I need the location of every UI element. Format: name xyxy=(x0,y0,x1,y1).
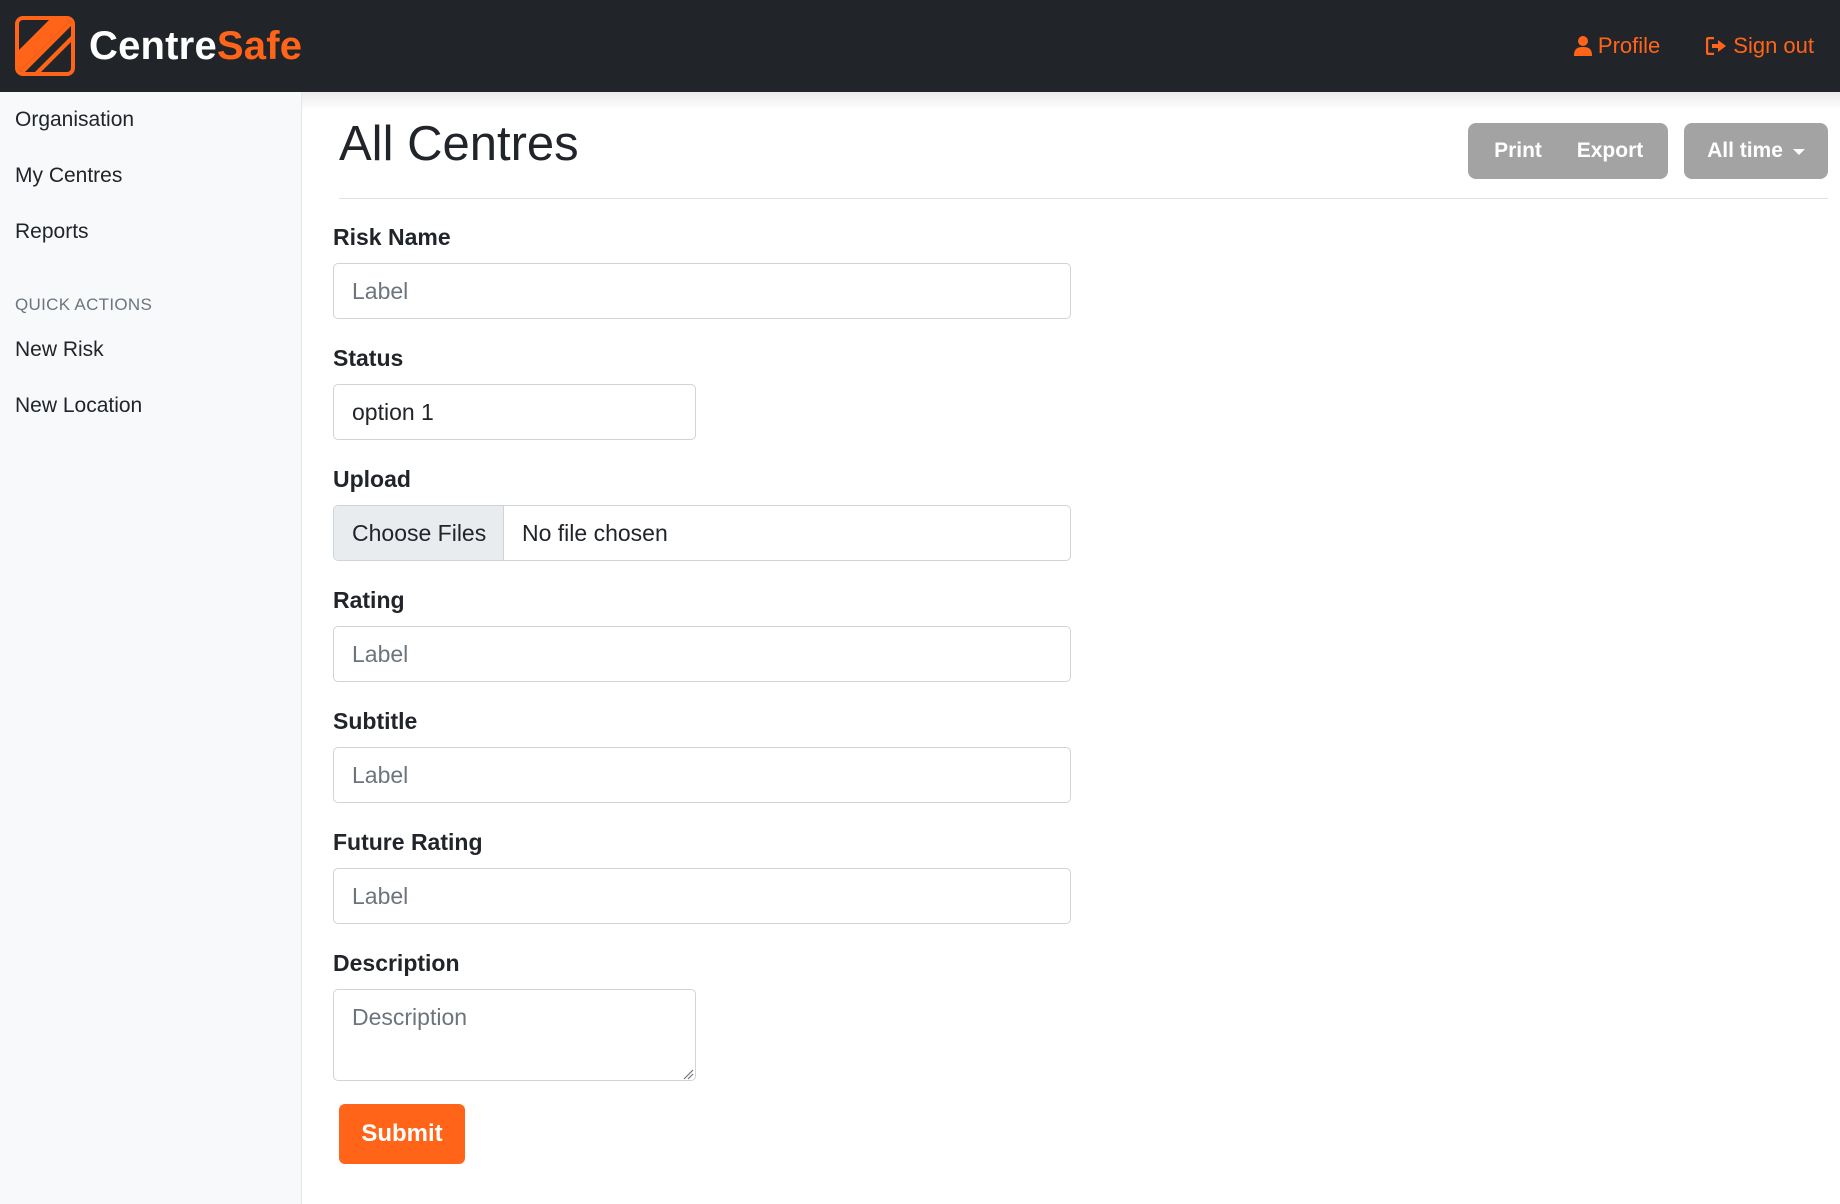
profile-link[interactable]: Profile xyxy=(1573,33,1661,59)
description-textarea[interactable] xyxy=(333,989,696,1081)
subtitle-label: Subtitle xyxy=(333,708,418,734)
sidebar-item-new-risk[interactable]: New Risk xyxy=(15,338,104,362)
top-navbar: CentreSafe Profile Sign out xyxy=(0,0,1840,92)
title-divider xyxy=(339,198,1828,199)
time-range-dropdown[interactable]: All time xyxy=(1684,123,1828,179)
print-button[interactable]: Print xyxy=(1468,123,1560,179)
status-label: Status xyxy=(333,345,404,371)
quick-actions-heading: QUICK ACTIONS xyxy=(15,295,153,314)
brand-name: CentreSafe xyxy=(89,24,302,69)
brand-name-part2: Safe xyxy=(216,23,303,68)
risk-name-label: Risk Name xyxy=(333,224,451,250)
sidebar: Organisation My Centres Reports QUICK AC… xyxy=(0,92,302,1204)
navbar-shadow xyxy=(302,92,1840,110)
export-button[interactable]: Export xyxy=(1560,123,1668,179)
submit-button[interactable]: Submit xyxy=(339,1104,465,1164)
page-title: All Centres xyxy=(339,117,579,171)
sign-out-label: Sign out xyxy=(1733,33,1814,58)
status-selected-value: option 1 xyxy=(352,398,434,425)
sidebar-item-reports[interactable]: Reports xyxy=(15,220,89,244)
future-rating-input[interactable] xyxy=(333,868,1071,924)
sidebar-item-my-centres[interactable]: My Centres xyxy=(15,164,122,188)
description-label: Description xyxy=(333,950,460,976)
file-upload-input[interactable]: Choose Files No file chosen xyxy=(333,505,1071,561)
main-content: All Centres Print Export All time Risk N… xyxy=(302,92,1840,1204)
resize-handle-icon[interactable] xyxy=(682,1067,694,1080)
sign-out-link[interactable]: Sign out xyxy=(1706,33,1814,59)
file-status-text: No file chosen xyxy=(522,519,668,546)
sidebar-item-organisation[interactable]: Organisation xyxy=(15,108,134,132)
status-select[interactable]: option 1 xyxy=(333,384,696,440)
subtitle-input[interactable] xyxy=(333,747,1071,803)
caret-down-icon xyxy=(1792,149,1805,155)
future-rating-label: Future Rating xyxy=(333,829,483,855)
sidebar-item-new-location[interactable]: New Location xyxy=(15,394,142,418)
rating-input[interactable] xyxy=(333,626,1071,682)
choose-files-button[interactable]: Choose Files xyxy=(334,506,504,560)
sign-out-icon xyxy=(1706,37,1727,55)
print-export-button-group: Print Export xyxy=(1468,123,1668,179)
upload-label: Upload xyxy=(333,466,411,492)
navbar-links: Profile Sign out xyxy=(1573,33,1814,59)
risk-name-input[interactable] xyxy=(333,263,1071,319)
brand[interactable]: CentreSafe xyxy=(15,15,302,77)
user-icon xyxy=(1573,36,1592,56)
time-range-label: All time xyxy=(1707,139,1783,162)
brand-name-part1: Centre xyxy=(89,23,217,68)
rating-label: Rating xyxy=(333,587,405,613)
slash-logo-icon xyxy=(15,16,75,76)
profile-label: Profile xyxy=(1597,33,1661,58)
